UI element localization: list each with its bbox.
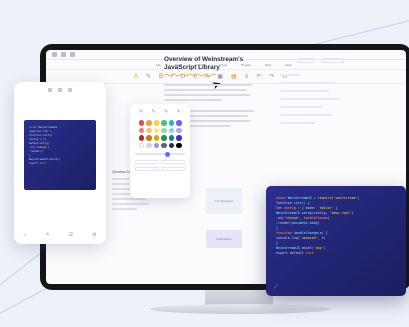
opacity-slider[interactable] (135, 151, 185, 157)
tab-file[interactable]: File (156, 63, 161, 67)
document-title: Overview of Weinstream's JavaScript Libr… (164, 56, 244, 71)
undo-icon[interactable]: ↶ (256, 74, 261, 80)
color-swatch[interactable] (176, 127, 182, 133)
style-select[interactable] (298, 58, 314, 63)
right-sidebar (274, 50, 358, 200)
color-swatch[interactable] (138, 127, 144, 133)
palette-tools: ✎ ✎ ✎ ✎ (135, 109, 185, 115)
outline-list (280, 74, 350, 130)
tab-view[interactable]: View (265, 63, 271, 67)
bold-icon[interactable]: B (159, 74, 163, 80)
phone-mockup: const WeinstreamJS require('lib') functio… (14, 82, 106, 244)
color-swatch[interactable] (176, 142, 182, 148)
file-manager-label: File Manager (215, 199, 233, 203)
code-lines: const WeinstreamJS = require('weinstream… (276, 196, 396, 256)
color-swatch[interactable] (176, 135, 182, 141)
color-swatch[interactable] (153, 127, 159, 133)
phone-bottom-bar: ⌂ ✎ ☰ ⚙ (14, 232, 106, 238)
code-editor-card: const WeinstreamJS = require('weinstream… (266, 186, 406, 296)
preset-input[interactable] (161, 167, 185, 171)
color-swatch[interactable] (146, 120, 152, 126)
color-inputs (135, 160, 185, 164)
color-swatch[interactable] (138, 142, 144, 148)
share-icon[interactable] (70, 52, 75, 57)
font-select[interactable] (322, 58, 344, 63)
submission-label: Submission (216, 237, 232, 241)
back-icon[interactable] (48, 88, 52, 92)
color-swatch[interactable] (138, 120, 144, 126)
phone-settings-icon[interactable]: ⚙ (92, 232, 96, 238)
phone-list-icon[interactable]: ☰ (69, 232, 73, 238)
phone-home-icon[interactable]: ⌂ (23, 232, 26, 238)
rgb-input[interactable] (161, 160, 185, 164)
phone-code-block: const WeinstreamJS require('lib') functio… (24, 120, 96, 190)
phone-header (14, 82, 106, 98)
submission-box[interactable]: Submission (206, 230, 242, 248)
color-swatch[interactable] (168, 135, 174, 141)
color-swatch[interactable] (146, 142, 152, 148)
alpha-input[interactable] (135, 167, 159, 171)
color-swatch[interactable] (153, 135, 159, 141)
text-color-icon[interactable]: A (134, 74, 138, 80)
menu-icon[interactable] (52, 52, 57, 57)
eraser-icon[interactable]: ✎ (177, 109, 181, 115)
color-palette-popup: ✎ ✎ ✎ ✎ (130, 104, 190, 198)
hex-input[interactable] (135, 160, 159, 164)
color-inputs-row2 (135, 167, 185, 171)
code-expand-icon[interactable]: ⤢ (274, 285, 278, 290)
spellcheck-underline (164, 73, 217, 77)
save-icon[interactable] (61, 52, 66, 57)
color-swatch[interactable] (176, 120, 182, 126)
color-swatch[interactable] (138, 135, 144, 141)
marker-icon[interactable]: ✎ (164, 109, 168, 115)
highlight-icon[interactable]: ✎ (146, 74, 151, 80)
color-swatch[interactable] (168, 120, 174, 126)
color-swatch[interactable] (161, 142, 167, 148)
doc-icon (58, 88, 62, 92)
color-swatch[interactable] (168, 127, 174, 133)
list-icon[interactable]: ≡ (245, 74, 249, 80)
file-manager-box[interactable]: File Manager (206, 188, 242, 214)
code-line: export init (29, 162, 47, 165)
color-swatch[interactable] (146, 135, 152, 141)
color-swatch[interactable] (161, 135, 167, 141)
color-swatch[interactable] (168, 142, 174, 148)
color-swatch[interactable] (153, 120, 159, 126)
more-icon[interactable] (68, 88, 72, 92)
color-swatch[interactable] (146, 127, 152, 133)
table-icon[interactable]: ▦ (231, 74, 237, 80)
monitor-base (150, 304, 330, 314)
color-swatch-grid (135, 120, 185, 148)
color-swatch[interactable] (161, 127, 167, 133)
code-line: export default init (276, 251, 314, 255)
brush-icon[interactable]: ✎ (152, 109, 156, 115)
color-swatch[interactable] (161, 120, 167, 126)
color-swatch[interactable] (153, 142, 159, 148)
phone-edit-icon[interactable]: ✎ (45, 232, 49, 238)
pen-icon[interactable]: ✎ (139, 109, 143, 115)
